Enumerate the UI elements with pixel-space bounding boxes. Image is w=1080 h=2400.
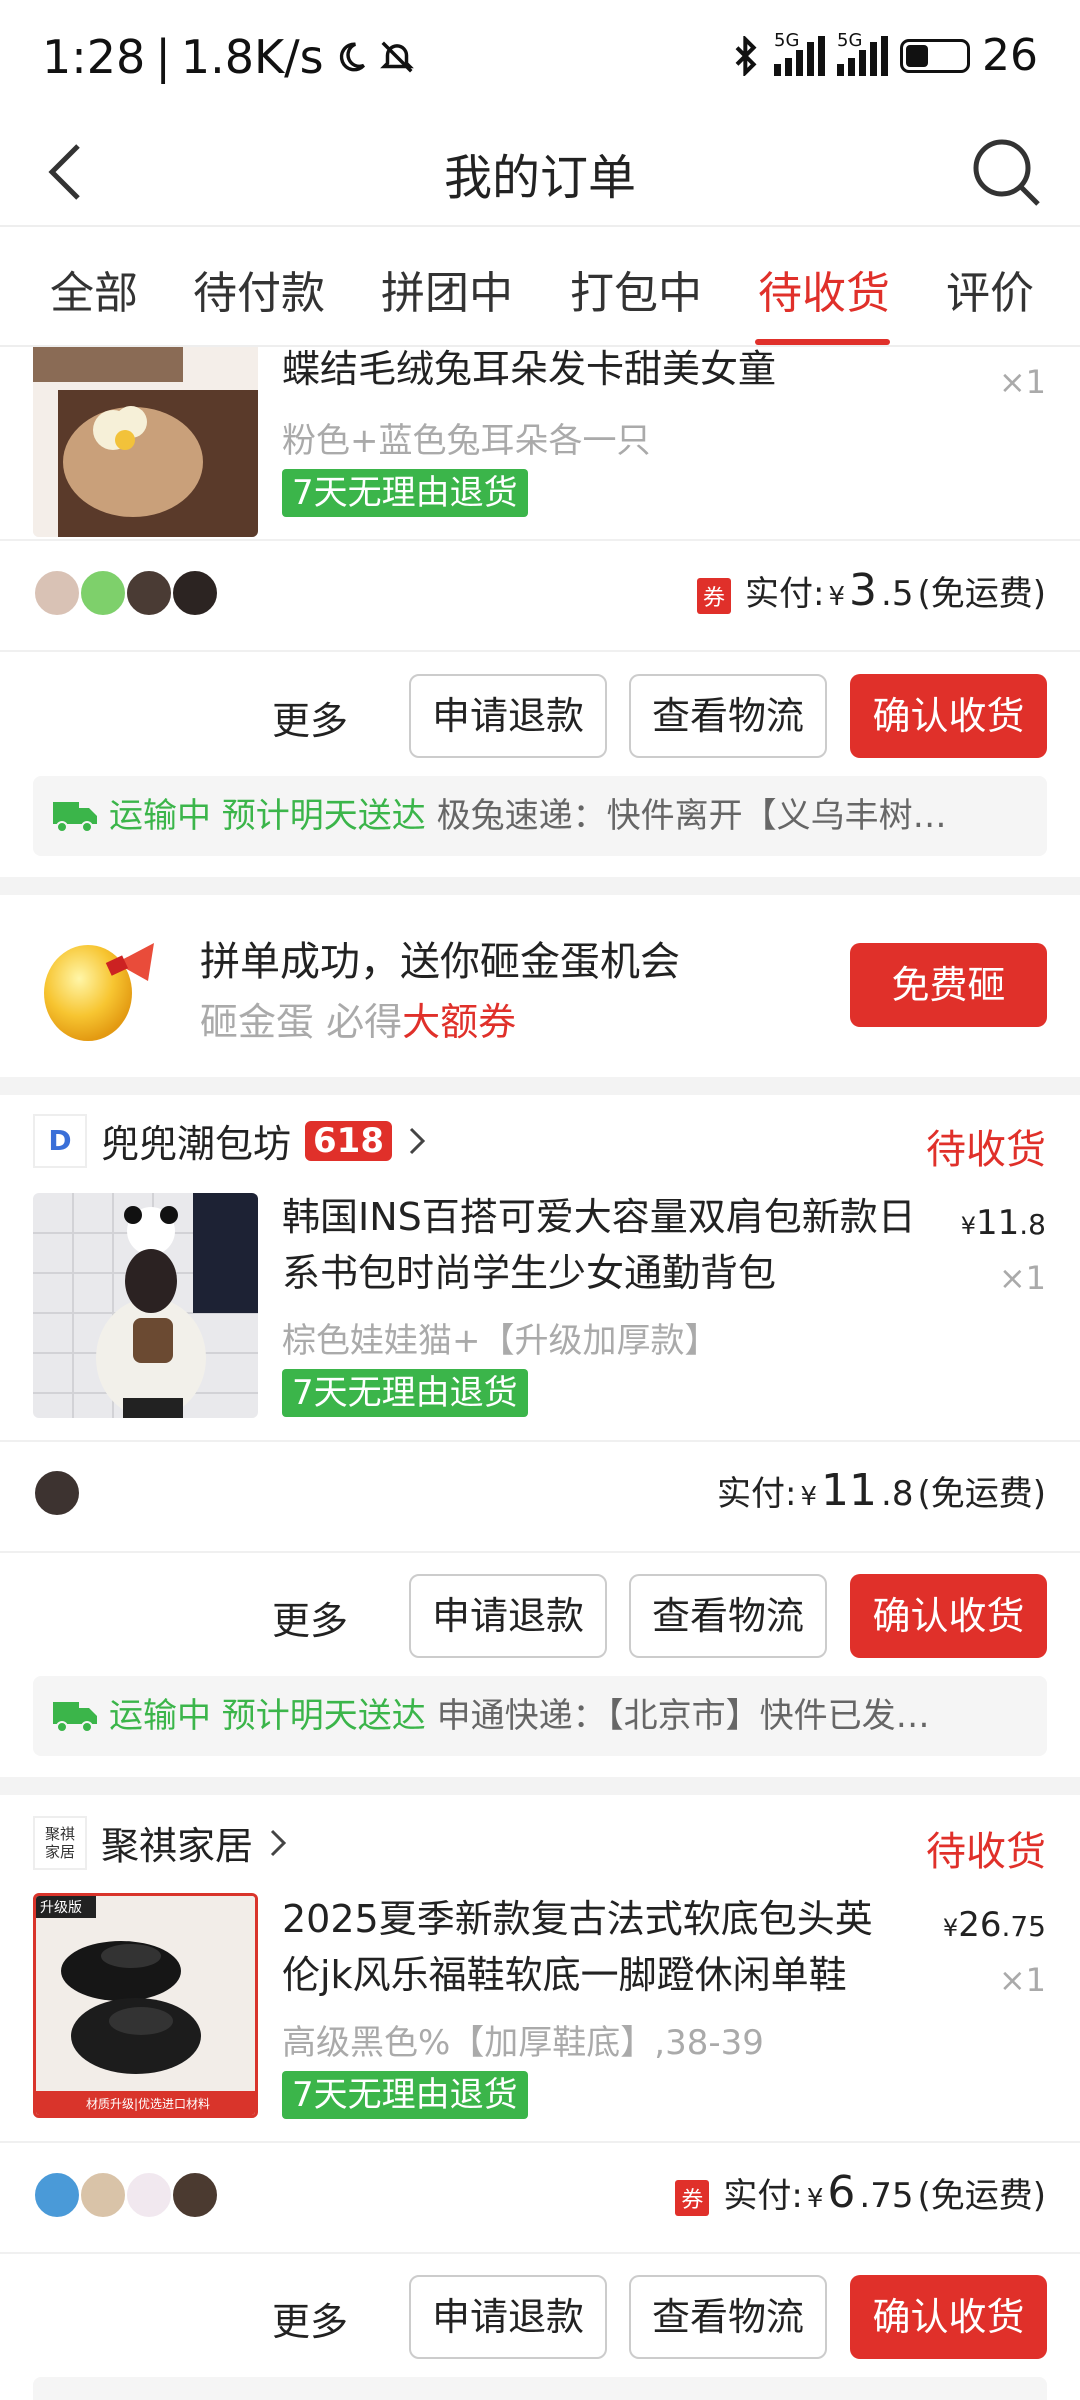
shop-logo: D [33, 1113, 87, 1168]
moon-icon [339, 42, 365, 72]
nav-bar: 我的订单 [0, 120, 1080, 225]
return-policy-badge: 7天无理由退货 [282, 469, 528, 517]
svg-text:材质升级|优选进口材料: 材质升级|优选进口材料 [86, 2097, 210, 2111]
confirm-receipt-button[interactable]: 确认收货 [850, 1574, 1047, 1658]
tab-to-receive[interactable]: 待收货 [758, 257, 890, 321]
svg-text:升级版: 升级版 [40, 1900, 82, 1916]
mute-bell-icon [379, 41, 414, 73]
more-button[interactable]: 更多 [272, 1590, 348, 1645]
product-spec: 高级黑色%【加厚鞋底】,38-39 [282, 2023, 764, 2063]
confirm-receipt-button[interactable]: 确认收货 [850, 2275, 1047, 2359]
chevron-right-icon [270, 1829, 287, 1856]
view-logistics-button[interactable]: 查看物流 [629, 674, 827, 758]
promo-618-badge: 618 [305, 1120, 392, 1161]
shop-name[interactable]: 聚祺家居 [101, 1815, 253, 1870]
avatar [33, 569, 81, 617]
order-status: 待收货 [926, 1829, 1046, 1875]
truck-icon [53, 802, 97, 833]
product-title[interactable]: 2025夏季新款复古法式软底包头英伦jk风乐福鞋软底一脚蹬休闲单鞋 [282, 1891, 902, 2003]
shop-header[interactable]: 聚祺家居 聚祺家居 [33, 1815, 289, 1870]
signal-5g-icon: 5G [837, 30, 888, 76]
product-price: ¥26.75 [942, 1905, 1046, 1945]
product-quantity: ×1 [998, 1259, 1046, 1297]
tab-pending-payment[interactable]: 待付款 [193, 257, 325, 321]
battery-icon [900, 38, 970, 73]
product-image-hairclip[interactable] [33, 347, 258, 537]
golden-egg-icon [44, 943, 154, 1041]
avatar [171, 569, 219, 617]
shipping-status-bar[interactable] [33, 2377, 1047, 2400]
view-logistics-button[interactable]: 查看物流 [629, 1574, 827, 1658]
network-speed: 1.8K/s [180, 30, 324, 84]
avatar [171, 2171, 219, 2219]
status-bar: 1:28 | 1.8K/s 5G 5G 26 [0, 0, 1080, 120]
product-image-backpack[interactable] [33, 1193, 258, 1418]
more-button[interactable]: 更多 [272, 2291, 348, 2346]
shop-header[interactable]: D 兜兜潮包坊 618 [33, 1113, 428, 1168]
tab-packing[interactable]: 打包中 [570, 257, 702, 321]
group-avatars [33, 569, 219, 617]
avatar [125, 569, 173, 617]
view-logistics-button[interactable]: 查看物流 [629, 2275, 827, 2359]
battery-level: 26 [982, 30, 1038, 81]
request-refund-button[interactable]: 申请退款 [409, 1574, 607, 1658]
product-spec: 棕色娃娃猫+【升级加厚款】 [282, 1321, 719, 1361]
coupon-badge: 券 [675, 2180, 710, 2216]
request-refund-button[interactable]: 申请退款 [409, 2275, 607, 2359]
free-smash-button[interactable]: 免费砸 [850, 943, 1047, 1027]
avatar [79, 569, 127, 617]
active-tab-indicator [755, 339, 890, 345]
tab-group-buying[interactable]: 拼团中 [381, 257, 513, 321]
tab-review[interactable]: 评价 [946, 257, 1034, 321]
shipping-status-bar[interactable]: 运输中 预计明天送达 极兔速递：快件离开【义乌丰树… [33, 776, 1047, 856]
group-avatars [33, 1469, 81, 1517]
return-policy-badge: 7天无理由退货 [282, 1369, 528, 1417]
shop-name[interactable]: 兜兜潮包坊 [101, 1113, 291, 1168]
search-icon[interactable] [966, 132, 1046, 212]
paid-amount: 券 实付: ¥3.5 (免运费) [696, 565, 1046, 616]
request-refund-button[interactable]: 申请退款 [409, 674, 607, 758]
chevron-right-icon [409, 1127, 426, 1154]
order-list: 蝶结毛绒兔耳朵发卡甜美女童 ×1 粉色+蓝色兔耳朵各一只 7天无理由退货 券 实… [0, 347, 1080, 2400]
shipping-status-bar[interactable]: 运输中 预计明天送达 申通快递：【北京市】快件已发… [33, 1676, 1047, 1756]
product-price: ¥11.8 [960, 1203, 1046, 1243]
return-policy-badge: 7天无理由退货 [282, 2071, 528, 2119]
signal-5g-icon: 5G [774, 30, 825, 76]
truck-icon [53, 1702, 97, 1733]
product-title[interactable]: 蝶结毛绒兔耳朵发卡甜美女童 [282, 347, 932, 397]
promo-subtitle: 砸金蛋 必得大额券 [200, 1000, 517, 1044]
product-title[interactable]: 韩国INS百搭可爱大容量双肩包新款日系书包时尚学生少女通勤背包 [282, 1189, 942, 1301]
coupon-badge: 券 [696, 578, 731, 614]
product-quantity: ×1 [998, 363, 1046, 401]
confirm-receipt-button[interactable]: 确认收货 [850, 674, 1047, 758]
promo-title: 拼单成功，送你砸金蛋机会 [200, 939, 680, 985]
order-tabs: 全部 待付款 拼团中 打包中 待收货 评价 [0, 225, 1080, 347]
product-quantity: ×1 [998, 1961, 1046, 1999]
shop-logo: 聚祺家居 [33, 1815, 87, 1870]
paid-amount: 券 实付: ¥6.75 (免运费) [675, 2167, 1046, 2218]
status-time: 1:28 [42, 30, 146, 84]
tab-all[interactable]: 全部 [50, 257, 138, 321]
paid-amount: 实付: ¥11.8 (免运费) [717, 1465, 1046, 1516]
avatar [33, 1469, 81, 1517]
avatar [125, 2171, 173, 2219]
avatar [33, 2171, 81, 2219]
page-title: 我的订单 [443, 150, 636, 206]
product-image-shoes[interactable]: 材质升级|优选进口材料 升级版 [33, 1893, 258, 2118]
avatar [79, 2171, 127, 2219]
order-status: 待收货 [926, 1127, 1046, 1173]
group-avatars [33, 2171, 219, 2219]
product-spec: 粉色+蓝色兔耳朵各一只 [282, 421, 651, 461]
bluetooth-icon [735, 35, 757, 76]
more-button[interactable]: 更多 [272, 690, 348, 745]
